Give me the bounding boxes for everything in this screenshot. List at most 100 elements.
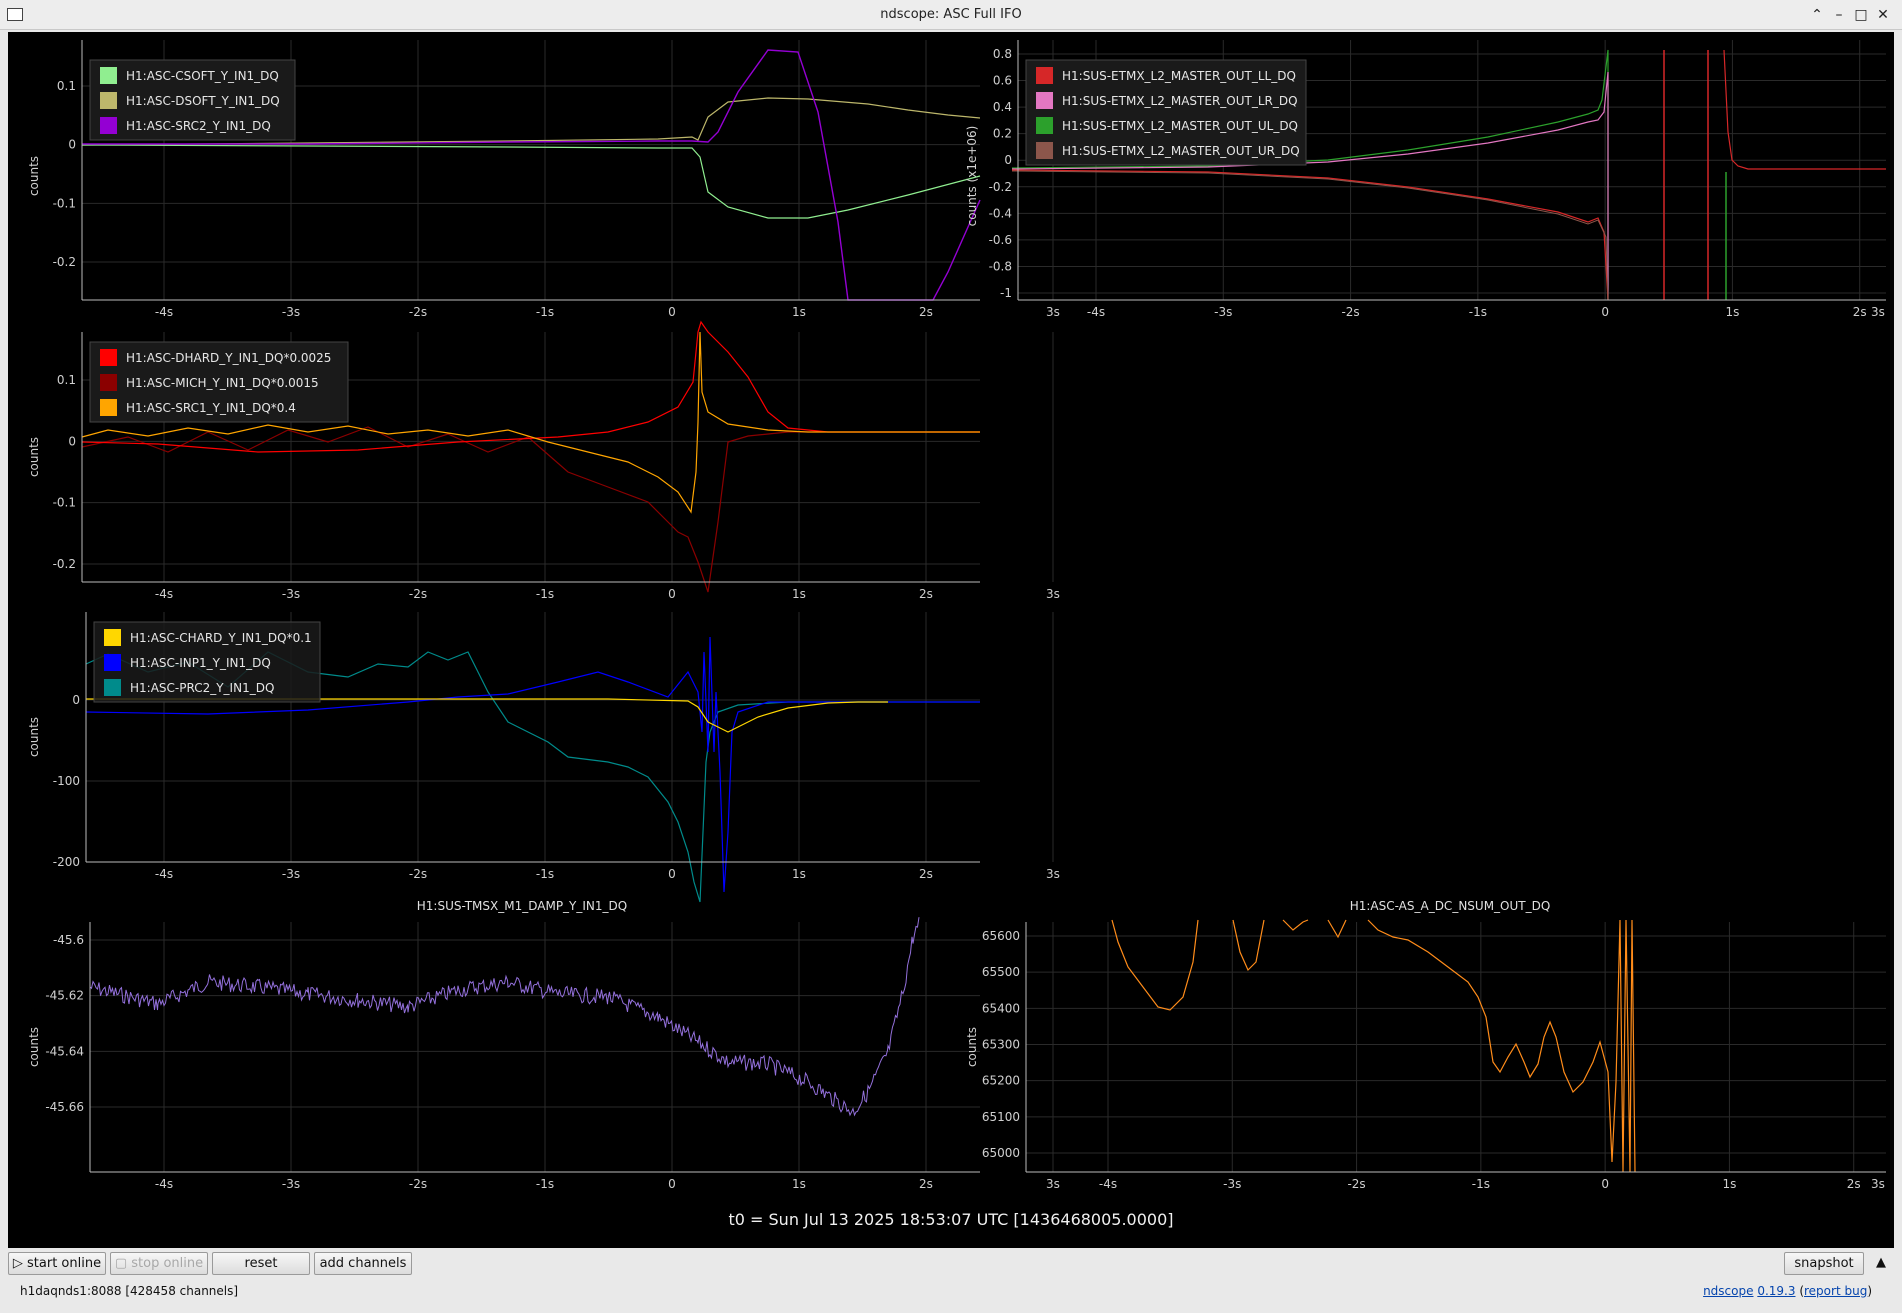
legend-swatch <box>100 374 117 391</box>
x-tick-label: 0 <box>668 305 676 319</box>
x-tick-label: -4s <box>155 867 173 881</box>
legend-swatch <box>100 67 117 84</box>
legend-mich: H1:ASC-MICH_Y_IN1_DQ*0.0015 <box>126 376 319 390</box>
x-tick-label: -3s <box>1223 1177 1241 1191</box>
legend-src1: H1:ASC-SRC1_Y_IN1_DQ*0.4 <box>126 401 296 415</box>
stop-online-button[interactable]: ▢ stop online <box>110 1252 208 1275</box>
series-mich <box>81 426 980 593</box>
legend-src2: H1:ASC-SRC2_Y_IN1_DQ <box>126 119 271 133</box>
window-titlebar: ndscope: ASC Full IFO ⌃ – □ ✕ <box>0 0 1902 30</box>
legend-ur: H1:SUS-ETMX_L2_MASTER_OUT_UR_DQ <box>1062 144 1300 158</box>
x-tick-label: 2s <box>1853 305 1867 319</box>
x-tick-label: -1s <box>536 867 554 881</box>
y-tick-label: 65200 <box>982 1074 1020 1088</box>
plot-tmsx-damp[interactable]: H1:SUS-TMSX_M1_DAMP_Y_IN1_DQ -4s -3s -2s -1… <box>27 899 1060 1191</box>
x-tick-label: -2s <box>409 867 427 881</box>
add-channels-button[interactable]: add channels <box>314 1252 412 1275</box>
y-tick-label: 0 <box>1004 153 1012 167</box>
x-tick-label: -1s <box>1469 305 1487 319</box>
x-tick-label: 0 <box>1601 1177 1609 1191</box>
legend-swatch <box>104 654 121 671</box>
y-tick-label: 65000 <box>982 1146 1020 1160</box>
scope-canvas[interactable]: -4s -3s -2s -1s 0 1s 2s 3s 0.1 0 -0.1 -0.2 counts … <box>8 32 1894 1248</box>
y-tick-label: 0.4 <box>993 100 1012 114</box>
legend-lr: H1:SUS-ETMX_L2_MASTER_OUT_LR_DQ <box>1062 94 1298 108</box>
legend-ul: H1:SUS-ETMX_L2_MASTER_OUT_UL_DQ <box>1062 119 1298 133</box>
y-tick-label: -0.2 <box>53 557 76 571</box>
x-tick-label: -3s <box>282 867 300 881</box>
legend-swatch <box>100 349 117 366</box>
x-tick-label: -3s <box>282 587 300 601</box>
plot-chard-inp1-prc2[interactable]: -4s -3s -2s -1s 0 1s 2s 3s 0 -100 -200 counts H1:… <box>27 612 1060 903</box>
x-tick-label: -4s <box>1099 1177 1117 1191</box>
legend-prc2: H1:ASC-PRC2_Y_IN1_DQ <box>130 681 274 695</box>
legend-swatch <box>1036 92 1053 109</box>
plot-as-a-dc-nsum[interactable]: H1:ASC-AS_A_DC_NSUM_OUT_DQ -4s -3s -2s -1s 0… <box>965 899 1894 1191</box>
maximize-window-icon[interactable]: □ <box>1852 5 1870 25</box>
plot-etmx-l2-master[interactable]: -4s -3s -2s -1s 0 1s 2s 3s 0.8 0.6 0.4 0.2 0 -0.2 -0.… <box>965 40 1894 319</box>
control-bar: ▷ start online ▢ stop online reset add c… <box>0 1250 1902 1280</box>
series-tmsx-damp <box>89 917 920 1117</box>
y-tick-label: -0.2 <box>53 255 76 269</box>
x-tick-label: 3s <box>1871 1177 1885 1191</box>
x-tick-label: -2s <box>1341 305 1359 319</box>
y-tick-label: 65400 <box>982 1001 1020 1015</box>
y-tick-label: 65600 <box>982 929 1020 943</box>
x-tick-label: -4s <box>155 305 173 319</box>
y-tick-label: 65100 <box>982 1110 1020 1124</box>
x-tick-label: 2s <box>919 305 933 319</box>
version-info: ndscope 0.19.3 (report bug) <box>1703 1284 1872 1298</box>
y-tick-label: 0 <box>68 434 76 448</box>
x-tick-label: 2s <box>919 867 933 881</box>
y-tick-label: 0.1 <box>57 79 76 93</box>
y-tick-label: -1 <box>1000 286 1012 300</box>
x-tick-label: -1s <box>536 1177 554 1191</box>
reset-button[interactable]: reset <box>212 1252 310 1275</box>
x-tick-label: -1s <box>1472 1177 1490 1191</box>
y-tick-label: -0.1 <box>53 496 76 510</box>
y-tick-label: -0.8 <box>989 259 1012 273</box>
version-link[interactable]: 0.19.3 <box>1757 1284 1795 1298</box>
y-tick-label: 65500 <box>982 965 1020 979</box>
series-chard <box>86 698 888 733</box>
y-tick-label: 0.2 <box>993 127 1012 141</box>
x-tick-label: 3s <box>1046 587 1060 601</box>
close-window-icon[interactable]: ✕ <box>1874 5 1892 25</box>
y-tick-label: -0.4 <box>989 206 1012 220</box>
y-tick-label: -0.6 <box>989 233 1012 247</box>
x-tick-label: -4s <box>1087 305 1105 319</box>
y-tick-label: 0 <box>72 693 80 707</box>
start-online-button[interactable]: ▷ start online <box>8 1252 106 1275</box>
x-tick-label: -3s <box>282 1177 300 1191</box>
p6-ylabel: counts <box>965 1027 979 1067</box>
plot-csoft-dsoft-src2[interactable]: -4s -3s -2s -1s 0 1s 2s 3s 0.1 0 -0.1 -0.2 counts … <box>27 40 1060 319</box>
plot-dhard-mich-src1[interactable]: -4s -3s -2s -1s 0 1s 2s 3s 0.10-0.1-0.2 counts … <box>27 320 1060 601</box>
x-tick-label: 3s <box>1046 1177 1060 1191</box>
x-tick-label: 1s <box>1722 1177 1736 1191</box>
series-ll <box>1011 169 1609 301</box>
shade-window-icon[interactable]: ⌃ <box>1808 5 1826 25</box>
y-tick-label: 0 <box>68 138 76 152</box>
legend-ll: H1:SUS-ETMX_L2_MASTER_OUT_LL_DQ <box>1062 69 1296 83</box>
y-tick-label: 0.6 <box>993 74 1012 88</box>
legend-chard: H1:ASC-CHARD_Y_IN1_DQ*0.1 <box>130 631 312 645</box>
legend-swatch <box>100 399 117 416</box>
minimize-window-icon[interactable]: – <box>1830 5 1848 25</box>
legend-dsoft: H1:ASC-DSOFT_Y_IN1_DQ <box>126 94 280 108</box>
ndscope-link[interactable]: ndscope <box>1703 1284 1753 1298</box>
p3-ylabel: counts <box>27 437 41 477</box>
x-tick-label: -3s <box>1214 305 1232 319</box>
x-tick-label: 1s <box>792 587 806 601</box>
expand-arrow-icon[interactable]: ▲ <box>1870 1252 1892 1275</box>
p2-ylabel: counts (x1e+06) <box>965 126 979 227</box>
p5-title: H1:SUS-TMSX_M1_DAMP_Y_IN1_DQ <box>417 899 627 913</box>
legend-inp1: H1:ASC-INP1_Y_IN1_DQ <box>130 656 271 670</box>
report-bug-link[interactable]: report bug <box>1804 1284 1867 1298</box>
y-tick-label: -0.2 <box>989 180 1012 194</box>
nds-server-status: h1daqnds1:8088 [428458 channels] <box>20 1284 239 1298</box>
legend-swatch <box>104 679 121 696</box>
series-ur <box>1011 170 1609 301</box>
legend-swatch <box>104 629 121 646</box>
legend-swatch <box>1036 117 1053 134</box>
snapshot-button[interactable]: snapshot <box>1784 1252 1864 1275</box>
